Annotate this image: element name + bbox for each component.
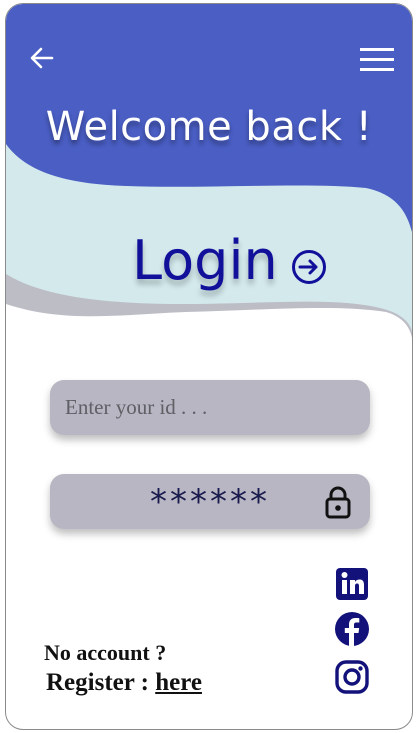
app-screen: Welcome back ! Login ****** No account ?… [5, 3, 413, 730]
password-mask: ****** [150, 482, 270, 522]
id-field-container [50, 380, 370, 435]
login-title: Login [132, 229, 278, 292]
lock-icon [325, 486, 351, 519]
register-prompt: Register : here [46, 669, 202, 697]
register-label: Register : [46, 669, 156, 696]
id-input[interactable] [50, 380, 370, 435]
instagram-icon[interactable] [334, 659, 370, 695]
facebook-icon[interactable] [334, 611, 370, 647]
password-field[interactable]: ****** [50, 474, 370, 529]
register-link[interactable]: here [155, 669, 202, 696]
back-arrow-icon[interactable] [28, 44, 56, 72]
welcome-heading: Welcome back ! [45, 104, 373, 150]
no-account-text: No account ? [44, 640, 167, 665]
linkedin-icon[interactable] [334, 566, 370, 602]
hamburger-menu-icon[interactable] [360, 46, 394, 74]
login-arrow-icon [292, 250, 326, 284]
